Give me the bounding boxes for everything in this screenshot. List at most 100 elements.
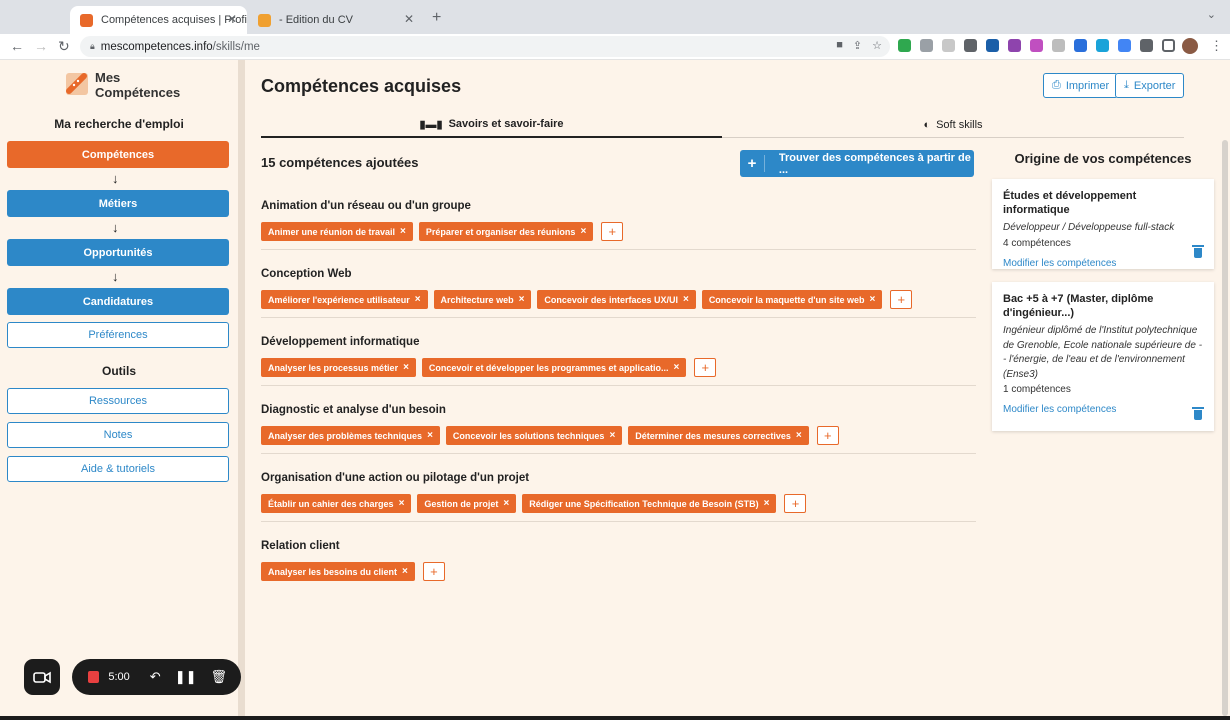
extension-icon[interactable] [986,39,999,52]
tool-ressources[interactable]: Ressources [7,388,229,414]
extension-icon[interactable] [1118,39,1131,52]
logo-icon [66,73,88,95]
url-field[interactable]: 🔒︎ mescompetences.info/skills/me ■ ⇪ ☆ [80,36,890,57]
camera-icon[interactable]: ■ [836,39,843,52]
skill-chip[interactable]: Préparer et organiser des réunions × [418,222,594,241]
remove-skill-icon[interactable]: × [427,430,433,441]
print-button[interactable]: ⎙ Imprimer [1043,73,1119,98]
recorder-camera-button[interactable] [24,659,60,695]
extension-icon[interactable] [942,39,955,52]
add-skill-button[interactable]: + [601,222,624,241]
remove-skill-icon[interactable]: × [764,498,770,509]
origin-card: Bac +5 à +7 (Master, diplôme d'ingénieur… [992,282,1214,431]
edit-skills-link[interactable]: Modifier les compétences [1003,258,1203,269]
remove-skill-icon[interactable]: × [580,226,586,237]
extension-icon[interactable] [1030,39,1043,52]
extension-icon[interactable] [1052,39,1065,52]
skill-chip-label: Concevoir la maquette d'un site web [708,294,865,305]
stop-recording-icon[interactable] [88,671,100,683]
tool-aide-tutoriels[interactable]: Aide & tutoriels [7,456,229,482]
extension-icon[interactable] [1096,39,1109,52]
remove-skill-icon[interactable]: × [869,294,875,305]
remove-skill-icon[interactable]: × [399,498,405,509]
nav-candidatures[interactable]: Candidatures [7,288,229,315]
extension-icon[interactable] [964,39,977,52]
skill-chip[interactable]: Améliorer l'expérience utilisateur × [261,290,428,309]
remove-skill-icon[interactable]: × [402,566,408,577]
skill-chip[interactable]: Concevoir la maquette d'un site web × [701,290,883,309]
skill-chip-label: Préparer et organiser des réunions [425,226,576,237]
remove-skill-icon[interactable]: × [519,294,525,305]
arrow-down-icon: ↓ [112,220,119,235]
remove-skill-icon[interactable]: × [609,430,615,441]
tab-soft-skills[interactable]: ◐ Soft skills [722,112,1184,138]
sidepanel-icon[interactable] [1162,39,1175,52]
skill-chip[interactable]: Concevoir des interfaces UX/UI × [537,290,696,309]
skill-chip[interactable]: Animer une réunion de travail × [261,222,413,241]
remove-skill-icon[interactable]: × [674,362,680,373]
category-title: Organisation d'une action ou pilotage d'… [261,472,530,484]
skill-chip[interactable]: Rédiger une Spécification Technique de B… [522,494,777,513]
origin-card-title: Études et développement informatique [1003,190,1137,216]
browser-tab[interactable]: - Edition du CV ✕ [248,6,424,34]
back-icon[interactable]: ← [10,38,24,54]
nav-opportunites[interactable]: Opportunités [7,239,229,266]
bookmark-star-icon[interactable]: ☆ [872,39,882,52]
skill-chip[interactable]: Gestion de projet × [417,494,517,513]
tab-savoirs[interactable]: ▮▬▮ Savoirs et savoir-faire [261,112,722,138]
window-bottom-edge [0,716,1230,720]
edit-skills-link[interactable]: Modifier les compétences [1003,404,1203,415]
category-title: Conception Web [261,268,352,280]
extension-icon[interactable] [1008,39,1021,52]
extension-icon[interactable] [898,39,911,52]
profile-avatar[interactable] [1182,38,1198,54]
close-tab-icon[interactable]: ✕ [227,12,237,26]
extension-icon[interactable] [1074,39,1087,52]
share-icon[interactable]: ⇪ [853,39,862,52]
remove-skill-icon[interactable]: × [796,430,802,441]
remove-skill-icon[interactable]: × [403,362,409,373]
trash-icon[interactable] [1192,245,1204,258]
trash-icon[interactable]: 🗑︎ [210,669,227,685]
nav-competences[interactable]: Compétences [7,141,229,168]
skill-chip[interactable]: Concevoir et développer les programmes e… [421,358,687,377]
forward-icon[interactable]: → [34,38,48,54]
skill-chip[interactable]: Établir un cahier des charges × [261,494,412,513]
skill-chip[interactable]: Concevoir les solutions techniques × [445,426,623,445]
category-divider [261,385,976,386]
find-skills-button[interactable]: + Trouver des compétences à partir de ..… [740,150,974,177]
reload-icon[interactable]: ↻ [58,38,70,55]
add-skill-button[interactable]: + [694,358,717,377]
menu-icon[interactable]: ⋮ [1210,38,1223,54]
skill-chip[interactable]: Analyser des problèmes techniques × [261,426,440,445]
remove-skill-icon[interactable]: × [415,294,421,305]
export-button[interactable]: ⤓ Exporter [1115,73,1185,98]
browser-tab-active[interactable]: Compétences acquises | Profil ✕ [70,6,247,34]
pause-icon[interactable]: ❚❚ [175,669,197,685]
skill-chip[interactable]: Analyser les besoins du client × [261,562,415,581]
remove-skill-icon[interactable]: × [400,226,406,237]
trash-icon[interactable] [1192,407,1204,420]
skill-chip[interactable]: Architecture web × [433,290,532,309]
new-tab-icon[interactable]: + [432,9,441,27]
add-skill-button[interactable]: + [890,290,913,309]
extensions-bar [898,39,1175,52]
remove-skill-icon[interactable]: × [503,498,509,509]
tool-notes[interactable]: Notes [7,422,229,448]
undo-icon[interactable]: ↶ [150,669,161,685]
remove-skill-icon[interactable]: × [683,294,689,305]
nav-metiers[interactable]: Métiers [7,190,229,217]
page-scrollbar[interactable] [1222,140,1228,716]
logo-text[interactable]: Mes Compétences [95,70,180,100]
skill-chip[interactable]: Analyser les processus métier × [261,358,416,377]
add-skill-button[interactable]: + [784,494,807,513]
skill-chip-label: Concevoir des interfaces UX/UI [544,294,678,305]
extension-icon[interactable] [920,39,933,52]
puzzle-icon[interactable] [1140,39,1153,52]
close-tab-icon[interactable]: ✕ [404,12,414,26]
add-skill-button[interactable]: + [422,562,445,581]
add-skill-button[interactable]: + [816,426,839,445]
preferences-button[interactable]: Préférences [7,322,229,348]
tab-search-icon[interactable]: ⌄ [1207,8,1216,21]
skill-chip[interactable]: Déterminer des mesures correctives × [628,426,809,445]
